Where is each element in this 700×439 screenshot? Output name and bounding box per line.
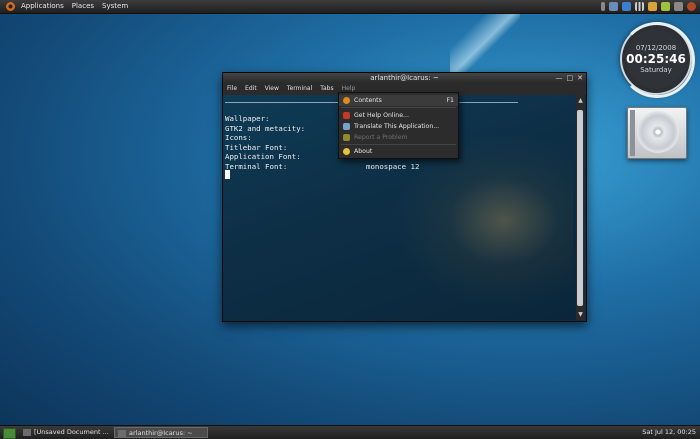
report-problem-label: Report a Problem	[354, 134, 408, 141]
terminal-icon	[118, 430, 126, 437]
menu-file[interactable]: File	[223, 83, 241, 95]
top-panel: Applications Places System	[0, 0, 700, 14]
notes-icon[interactable]	[661, 2, 670, 11]
help-online-icon	[343, 112, 350, 119]
terminal-line-icons: Icons:	[225, 133, 252, 142]
menu-tabs[interactable]: Tabs	[316, 83, 337, 95]
taskbar-item-terminal[interactable]: arlanthir@Icarus: ~	[114, 427, 208, 438]
menu-system[interactable]: System	[98, 0, 132, 13]
menu-edit[interactable]: Edit	[241, 83, 261, 95]
about-icon	[343, 148, 350, 155]
help-contents-label: Contents	[354, 97, 382, 104]
window-title: arlanthir@Icarus: ~	[370, 74, 439, 82]
show-desktop-icon[interactable]	[3, 428, 16, 439]
text-editor-icon	[23, 429, 31, 436]
terminal-scrollbar[interactable]: ▲ ▼	[576, 95, 585, 320]
clock-widget: 07/12/2008 00:25:46 Saturday	[619, 22, 695, 98]
help-contents-accel: F1	[446, 97, 455, 104]
help-menu-get-help-online[interactable]: Get Help Online...	[339, 110, 458, 121]
menu-places[interactable]: Places	[68, 0, 98, 13]
terminal-line-gtk: GTK2 and metacity:	[225, 124, 306, 133]
get-help-online-label: Get Help Online...	[354, 112, 409, 119]
help-menu-dropdown: Contents F1 Get Help Online... Translate…	[338, 92, 459, 159]
help-menu-contents[interactable]: Contents F1	[339, 95, 458, 106]
menu-separator	[341, 144, 456, 145]
terminal-cursor	[225, 170, 230, 179]
volume-icon[interactable]	[674, 2, 683, 11]
window-controls: — □ ✕	[556, 73, 584, 83]
translate-icon	[343, 123, 350, 130]
terminal-line-terminal-font: Terminal Font:	[225, 162, 288, 171]
help-icon	[343, 97, 350, 104]
close-icon[interactable]: ✕	[577, 73, 583, 83]
menu-separator	[341, 107, 456, 108]
weather-icon[interactable]	[648, 2, 657, 11]
minimize-icon[interactable]: —	[556, 73, 563, 83]
maximize-icon[interactable]: □	[567, 73, 574, 83]
bottom-panel: [Unsaved Document ... arlanthir@Icarus: …	[0, 425, 700, 439]
terminal-value-terminal-font: monospace 12	[366, 162, 420, 171]
help-menu-about[interactable]: About	[339, 146, 458, 157]
cd-disc-icon	[637, 111, 679, 153]
user-icon[interactable]	[609, 2, 618, 11]
help-menu-report-problem: Report a Problem	[339, 132, 458, 143]
help-menu-translate[interactable]: Translate This Application...	[339, 121, 458, 132]
panel-clock[interactable]: Sat Jul 12, 00:25	[642, 426, 696, 439]
system-tray	[601, 0, 700, 13]
network-icon[interactable]	[622, 2, 631, 11]
scroll-down-icon[interactable]: ▼	[577, 311, 584, 318]
window-titlebar[interactable]: arlanthir@Icarus: ~ — □ ✕	[223, 73, 586, 83]
menu-terminal[interactable]: Terminal	[283, 83, 316, 95]
terminal-line-wallpaper: Wallpaper:	[225, 114, 270, 123]
menu-applications[interactable]: Applications	[17, 0, 68, 13]
scroll-up-icon[interactable]: ▲	[577, 97, 584, 104]
terminal-line-titlebar-font: Titlebar Font:	[225, 143, 288, 152]
power-icon[interactable]	[687, 2, 696, 11]
signal-icon[interactable]	[635, 2, 644, 11]
translate-label: Translate This Application...	[354, 123, 440, 130]
cd-case-spine	[630, 110, 635, 156]
taskbar-item-gedit[interactable]: [Unsaved Document ...	[20, 427, 110, 438]
terminal-line-app-font: Application Font:	[225, 152, 301, 161]
menu-view[interactable]: View	[261, 83, 283, 95]
scroll-thumb[interactable]	[577, 110, 583, 306]
bug-icon	[343, 134, 350, 141]
ubuntu-logo-icon[interactable]	[6, 2, 15, 11]
taskbar-item-label: arlanthir@Icarus: ~	[129, 429, 193, 437]
about-label: About	[354, 148, 373, 155]
taskbar-item-label: [Unsaved Document ...	[34, 428, 109, 436]
clock-ring	[619, 22, 695, 98]
battery-icon[interactable]	[601, 2, 605, 11]
cd-player-widget[interactable]	[627, 107, 687, 159]
